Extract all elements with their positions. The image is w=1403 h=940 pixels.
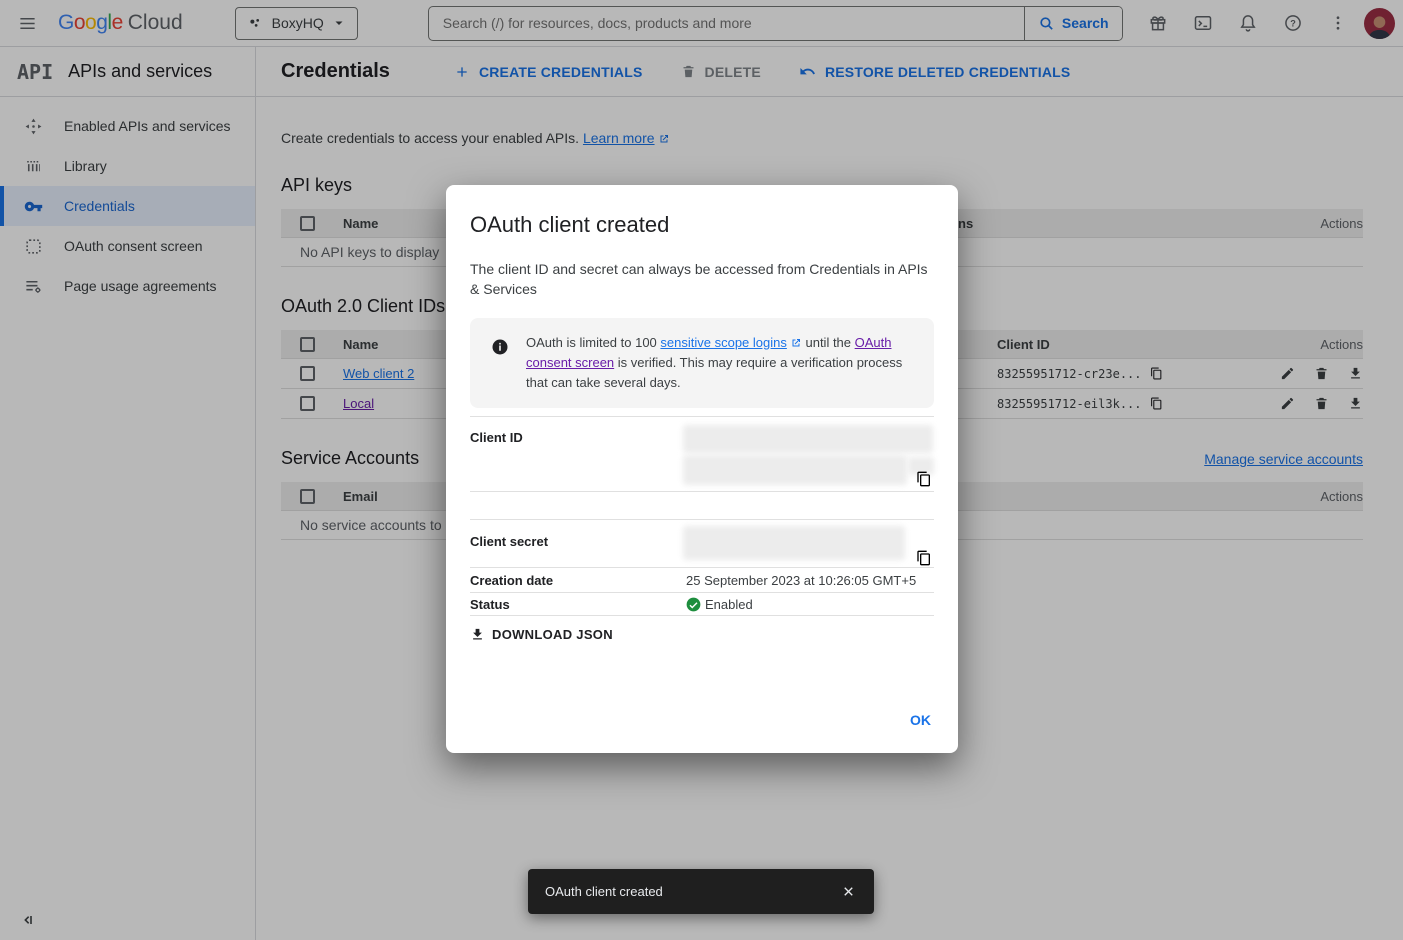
snackbar-close-button[interactable] — [835, 878, 862, 905]
copy-client-secret-button[interactable] — [916, 550, 932, 566]
creation-date-label: Creation date — [470, 573, 686, 588]
client-secret-row: Client secret — [470, 519, 934, 567]
snackbar: OAuth client created — [528, 869, 874, 914]
dialog-title: OAuth client created — [470, 212, 934, 238]
dialog-subtitle: The client ID and secret can always be a… — [470, 259, 934, 299]
creation-date-row: Creation date 25 September 2023 at 10:26… — [470, 567, 934, 592]
client-id-value-redacted — [686, 417, 934, 491]
copy-icon — [916, 471, 932, 487]
snackbar-message: OAuth client created — [545, 884, 835, 899]
creation-date-value: 25 September 2023 at 10:26:05 GMT+5 — [686, 573, 934, 588]
check-circle-icon — [686, 597, 701, 612]
oauth-client-created-dialog: OAuth client created The client ID and s… — [446, 185, 958, 753]
download-json-button[interactable]: DOWNLOAD JSON — [470, 627, 613, 642]
dialog-detail-rows: Client ID Client secret Creation date 25… — [470, 416, 934, 616]
client-id-row: Client ID — [470, 416, 934, 491]
client-id-label: Client ID — [470, 417, 686, 491]
redacted-blob — [683, 425, 933, 453]
redacted-blob — [683, 455, 907, 485]
info-banner: OAuth is limited to 100 sensitive scope … — [470, 318, 934, 408]
status-text: Enabled — [705, 597, 753, 612]
status-row: Status Enabled — [470, 592, 934, 616]
redacted-blob — [683, 526, 905, 560]
close-icon — [841, 884, 856, 899]
status-label: Status — [470, 597, 686, 612]
copy-icon — [916, 550, 932, 566]
download-icon — [470, 627, 485, 642]
spacer-row — [470, 491, 934, 519]
client-secret-value-redacted — [686, 520, 934, 567]
client-secret-label: Client secret — [470, 520, 686, 567]
copy-client-id-button[interactable] — [916, 471, 932, 487]
external-link-icon — [790, 337, 802, 349]
sensitive-scope-logins-link[interactable]: sensitive scope logins — [660, 335, 786, 350]
status-value: Enabled — [686, 597, 934, 612]
info-icon — [491, 338, 509, 393]
info-text-1: OAuth is limited to 100 — [526, 335, 660, 350]
info-text: OAuth is limited to 100 sensitive scope … — [526, 333, 918, 393]
ok-button[interactable]: OK — [910, 712, 931, 728]
info-text-2: until the — [802, 335, 855, 350]
download-json-label: DOWNLOAD JSON — [492, 627, 613, 642]
